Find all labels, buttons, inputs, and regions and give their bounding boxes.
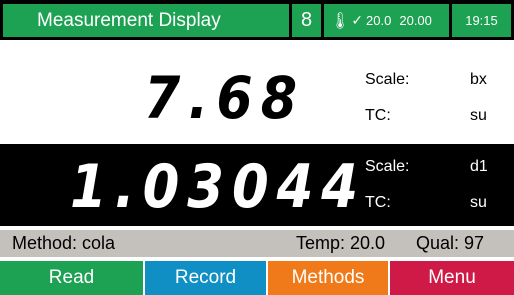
temperature-indicator[interactable]: 🌡︎ ✓ 20.0 20.00 bbox=[324, 4, 449, 37]
primary-reading: 7.68 bbox=[144, 64, 306, 132]
record-button[interactable]: Record bbox=[145, 261, 266, 295]
primary-tc-label: TC: bbox=[365, 107, 391, 124]
read-button[interactable]: Read bbox=[0, 261, 143, 295]
secondary-reading: 1.03044 bbox=[70, 152, 366, 222]
quality-status: Qual: 97 bbox=[416, 233, 485, 253]
menu-button[interactable]: Menu bbox=[390, 261, 514, 295]
primary-scale-label: Scale: bbox=[365, 71, 410, 88]
hold-icon[interactable]: 8 bbox=[292, 4, 321, 37]
temperature-setpoint: 20.00 bbox=[399, 13, 432, 28]
thermometer-icon: 🌡︎ bbox=[330, 12, 351, 30]
clock: 19:15 bbox=[452, 4, 511, 37]
secondary-scale-label: Scale: bbox=[365, 158, 410, 175]
secondary-tc-value: su bbox=[470, 194, 487, 211]
secondary-reading-panel: 1.03044 Scale: d1 TC: su bbox=[0, 144, 514, 226]
measurement-screen: Measurement Display 8 🌡︎ ✓ 20.0 20.00 19… bbox=[0, 0, 514, 295]
secondary-tc-label: TC: bbox=[365, 194, 391, 211]
header-bar: Measurement Display 8 🌡︎ ✓ 20.0 20.00 19… bbox=[0, 0, 514, 40]
page-title: Measurement Display bbox=[3, 4, 289, 37]
methods-button[interactable]: Methods bbox=[268, 261, 388, 295]
temperature-value: 20.0 bbox=[366, 13, 392, 28]
check-icon: ✓ bbox=[351, 12, 364, 28]
method-status: Method: cola bbox=[12, 233, 116, 253]
primary-reading-panel: 7.68 Scale: bx TC: su bbox=[0, 57, 514, 140]
temp-status: Temp: 20.0 bbox=[296, 233, 386, 253]
status-bar: Method: cola Temp: 20.0 Qual: 97 bbox=[0, 230, 514, 257]
secondary-scale-value: d1 bbox=[470, 158, 488, 175]
primary-scale-value: bx bbox=[470, 71, 487, 88]
primary-tc-value: su bbox=[470, 107, 487, 124]
